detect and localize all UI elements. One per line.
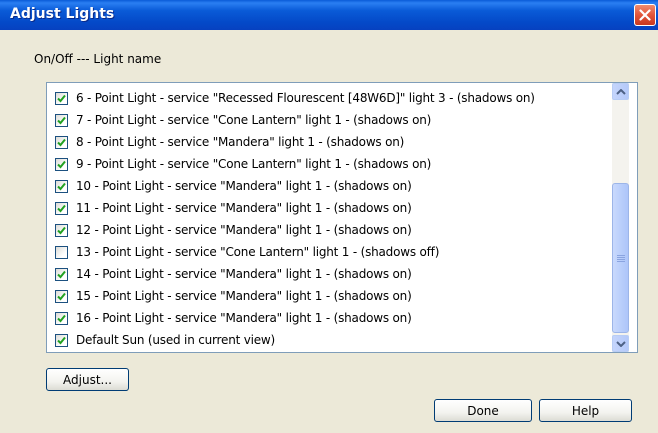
scroll-down-button[interactable] (612, 335, 629, 352)
close-icon (639, 9, 651, 21)
close-button[interactable] (634, 4, 656, 26)
checkmark-icon (57, 204, 66, 212)
checkbox-checked[interactable] (55, 267, 68, 281)
light-name-label: 15 - Point Light - service "Mandera" lig… (76, 289, 412, 303)
checkmark-icon (57, 270, 66, 278)
checkmark-icon (57, 336, 66, 344)
light-name-label: 9 - Point Light - service "Cone Lantern"… (76, 157, 432, 171)
checkbox-checked[interactable] (55, 333, 68, 347)
list-header: On/Off --- Light name (34, 52, 162, 66)
light-name-label: 12 - Point Light - service "Mandera" lig… (76, 223, 412, 237)
light-name-label: Default Sun (used in current view) (76, 333, 276, 347)
checkbox-checked[interactable] (55, 201, 68, 215)
help-button[interactable]: Help (539, 399, 632, 422)
light-list-item[interactable]: 6 - Point Light - service "Recessed Flou… (55, 87, 610, 109)
lights-list[interactable]: 6 - Point Light - service "Recessed Flou… (46, 82, 638, 353)
checkmark-icon (57, 314, 66, 322)
chevron-up-icon (616, 89, 626, 95)
checkbox-checked[interactable] (55, 223, 68, 237)
light-list-item[interactable]: 14 - Point Light - service "Mandera" lig… (55, 263, 610, 285)
adjust-lights-dialog: Adjust Lights On/Off --- Light name 6 - … (0, 0, 658, 433)
checkmark-icon (57, 226, 66, 234)
checkbox-checked[interactable] (55, 311, 68, 325)
light-list-item[interactable]: 16 - Point Light - service "Mandera" lig… (55, 307, 610, 329)
adjust-button[interactable]: Adjust... (46, 368, 129, 391)
checkbox-checked[interactable] (55, 289, 68, 303)
scrollbar-thumb[interactable] (612, 183, 629, 333)
checkmark-icon (57, 138, 66, 146)
checkmark-icon (57, 94, 66, 102)
scroll-up-button[interactable] (612, 83, 629, 100)
light-list-item[interactable]: 8 - Point Light - service "Mandera" ligh… (55, 131, 610, 153)
light-list-item[interactable]: Default Sun (used in current view) (55, 329, 610, 351)
light-name-label: 6 - Point Light - service "Recessed Flou… (76, 91, 535, 105)
light-name-label: 8 - Point Light - service "Mandera" ligh… (76, 135, 405, 149)
checkbox-checked[interactable] (55, 113, 68, 127)
light-name-label: 11 - Point Light - service "Mandera" lig… (76, 201, 412, 215)
light-name-label: 16 - Point Light - service "Mandera" lig… (76, 311, 412, 325)
light-list-item[interactable]: 12 - Point Light - service "Mandera" lig… (55, 219, 610, 241)
checkbox-checked[interactable] (55, 179, 68, 193)
checkmark-icon (57, 116, 66, 124)
light-list-item[interactable]: 15 - Point Light - service "Mandera" lig… (55, 285, 610, 307)
light-name-label: 14 - Point Light - service "Mandera" lig… (76, 267, 412, 281)
light-name-label: 13 - Point Light - service "Cone Lantern… (76, 245, 440, 259)
window-title: Adjust Lights (10, 6, 115, 22)
checkmark-icon (57, 182, 66, 190)
light-list-item[interactable]: 9 - Point Light - service "Cone Lantern"… (55, 153, 610, 175)
light-list-item[interactable]: 13 - Point Light - service "Cone Lantern… (55, 241, 610, 263)
chevron-down-icon (616, 341, 626, 347)
checkmark-icon (57, 292, 66, 300)
light-name-label: 7 - Point Light - service "Cone Lantern"… (76, 113, 432, 127)
checkbox-checked[interactable] (55, 157, 68, 171)
light-list-item[interactable]: 7 - Point Light - service "Cone Lantern"… (55, 109, 610, 131)
done-button[interactable]: Done (434, 399, 532, 422)
checkbox-checked[interactable] (55, 91, 68, 105)
checkmark-icon (57, 160, 66, 168)
vertical-scrollbar[interactable] (612, 83, 629, 352)
light-name-label: 10 - Point Light - service "Mandera" lig… (76, 179, 412, 193)
title-bar[interactable]: Adjust Lights (0, 0, 658, 30)
checkbox-checked[interactable] (55, 135, 68, 149)
light-list-item[interactable]: 10 - Point Light - service "Mandera" lig… (55, 175, 610, 197)
light-list-item[interactable]: 11 - Point Light - service "Mandera" lig… (55, 197, 610, 219)
checkbox-unchecked[interactable] (55, 245, 68, 259)
